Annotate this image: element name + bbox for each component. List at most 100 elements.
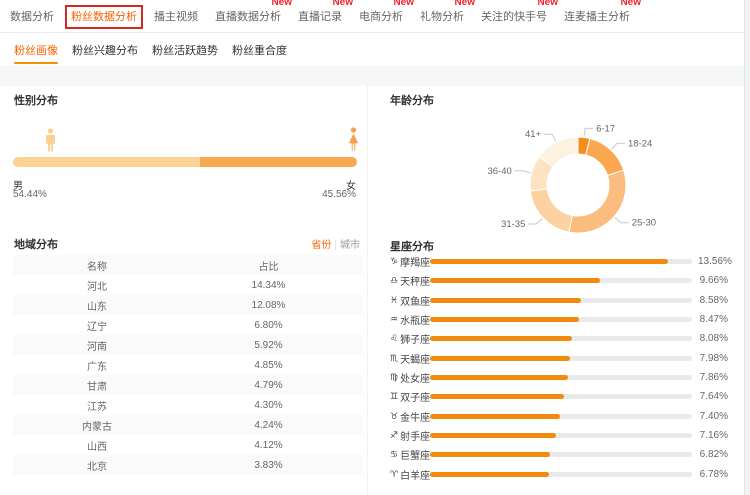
region-name: 江苏 bbox=[13, 398, 181, 413]
table-row: 江苏4.30% bbox=[13, 395, 363, 415]
zodiac-row: ♒水瓶座8.47% bbox=[390, 310, 730, 329]
age-donut-chart: 6-1718-2425-3031-3536-4041+ bbox=[390, 100, 730, 250]
nav-tab-label: 数据分析 bbox=[10, 11, 54, 23]
nav-tab-label: 连麦播主分析 bbox=[564, 11, 630, 23]
zodiac-label: ♋巨蟹座 bbox=[390, 447, 430, 462]
zodiac-bar-fill bbox=[430, 375, 568, 380]
nav-tab-co-host-analysis[interactable]: 连麦播主分析New bbox=[564, 8, 630, 24]
region-name: 辽宁 bbox=[13, 318, 181, 333]
nav-tab-data-analysis[interactable]: 数据分析 bbox=[10, 8, 54, 24]
nav-tab-host-videos[interactable]: 播主视频 bbox=[154, 8, 198, 24]
new-badge: New bbox=[393, 0, 414, 8]
region-table: 名称占比河北14.34%山东12.08%辽宁6.80%河南5.92%广东4.85… bbox=[13, 255, 363, 475]
subtab-fan-activity[interactable]: 粉丝活跃趋势 bbox=[152, 33, 218, 66]
zodiac-value: 9.66% bbox=[698, 275, 728, 286]
region-name: 河北 bbox=[13, 278, 181, 293]
gender-bar-male-segment bbox=[13, 157, 200, 167]
zodiac-row: ♑摩羯座13.56% bbox=[390, 252, 730, 271]
nav-tab-label: 关注的快手号 bbox=[481, 11, 547, 23]
nav-tab-live-data-analysis[interactable]: 直播数据分析New bbox=[215, 8, 281, 24]
zodiac-bar-fill bbox=[430, 356, 570, 361]
region-ratio: 6.80% bbox=[181, 320, 356, 331]
nav-tab-gift-analysis[interactable]: 礼物分析New bbox=[420, 8, 464, 24]
region-ratio: 3.83% bbox=[181, 460, 356, 471]
table-row: 北京3.83% bbox=[13, 455, 363, 475]
zodiac-icon: ♈ bbox=[390, 469, 398, 480]
toggle-city[interactable]: 城市 bbox=[340, 240, 360, 251]
zodiac-row: ♌狮子座8.08% bbox=[390, 329, 730, 348]
subtab-fan-overlap[interactable]: 粉丝重合度 bbox=[232, 33, 287, 66]
donut-label-line bbox=[544, 134, 556, 141]
zodiac-icon: ♍ bbox=[390, 372, 398, 383]
zodiac-label: ♍处女座 bbox=[390, 370, 430, 385]
donut-label-line bbox=[584, 128, 593, 136]
zodiac-value: 7.86% bbox=[698, 372, 728, 383]
zodiac-icon: ♉ bbox=[390, 411, 398, 422]
region-ratio: 14.34% bbox=[181, 280, 356, 291]
zodiac-bar-track bbox=[430, 472, 692, 477]
section-divider-band bbox=[0, 66, 750, 86]
donut-segment-25-30[interactable] bbox=[569, 170, 626, 233]
region-scope-toggle: 省份|城市 bbox=[311, 236, 360, 251]
scrollbar-track[interactable] bbox=[744, 0, 750, 495]
zodiac-name: 金牛座 bbox=[400, 409, 430, 424]
donut-label-line bbox=[528, 219, 542, 225]
region-name: 山东 bbox=[13, 298, 181, 313]
nav-tab-followed-accounts[interactable]: 关注的快手号New bbox=[481, 8, 547, 24]
zodiac-label: ♌狮子座 bbox=[390, 331, 430, 346]
zodiac-icon: ♌ bbox=[390, 333, 398, 344]
zodiac-bar-fill bbox=[430, 452, 550, 457]
zodiac-bar-track bbox=[430, 394, 692, 399]
region-ratio: 4.12% bbox=[181, 440, 356, 451]
new-badge: New bbox=[537, 0, 558, 8]
zodiac-label: ♓双鱼座 bbox=[390, 293, 430, 308]
zodiac-icon: ♊ bbox=[390, 391, 398, 402]
zodiac-label: ♒水瓶座 bbox=[390, 312, 430, 327]
toggle-divider: | bbox=[334, 240, 337, 251]
subtab-fan-profile[interactable]: 粉丝画像 bbox=[14, 33, 58, 66]
gender-section-title: 性别分布 bbox=[14, 92, 58, 108]
donut-label: 18-24 bbox=[628, 138, 652, 149]
zodiac-value: 7.16% bbox=[698, 430, 728, 441]
zodiac-name: 巨蟹座 bbox=[400, 447, 430, 462]
donut-label: 6-17 bbox=[596, 123, 615, 134]
column-header: 占比 bbox=[181, 258, 356, 273]
donut-segment-31-35[interactable] bbox=[530, 189, 572, 232]
zodiac-label: ♉金牛座 bbox=[390, 409, 430, 424]
table-row: 内蒙古4.24% bbox=[13, 415, 363, 435]
nav-tab-live-records[interactable]: 直播记录New bbox=[298, 8, 342, 24]
zodiac-icon: ♓ bbox=[390, 295, 398, 306]
zodiac-label: ♐射手座 bbox=[390, 428, 430, 443]
male-icon bbox=[45, 128, 56, 152]
zodiac-label: ♎天秤座 bbox=[390, 273, 430, 288]
zodiac-bar-fill bbox=[430, 259, 668, 264]
zodiac-icon: ♎ bbox=[390, 275, 398, 286]
nav-tab-fan-data-analysis[interactable]: 粉丝数据分析 bbox=[71, 8, 137, 24]
new-badge: New bbox=[271, 0, 292, 8]
column-header: 名称 bbox=[13, 258, 181, 273]
donut-label-line bbox=[615, 217, 629, 222]
content-area: 性别分布 男 54.44% 女 45.56% 地域分布 bbox=[0, 86, 750, 495]
zodiac-value: 6.78% bbox=[698, 469, 728, 480]
toggle-province[interactable]: 省份 bbox=[311, 240, 331, 251]
zodiac-row: ♉金牛座7.40% bbox=[390, 407, 730, 426]
region-ratio: 4.24% bbox=[181, 420, 356, 431]
subtab-fan-interest[interactable]: 粉丝兴趣分布 bbox=[72, 33, 138, 66]
zodiac-bar-track bbox=[430, 356, 692, 361]
zodiac-name: 白羊座 bbox=[400, 467, 430, 482]
gender-ratio-bar bbox=[13, 157, 357, 167]
nav-tab-label: 直播数据分析 bbox=[215, 11, 281, 23]
zodiac-row: ♈白羊座 6.78% bbox=[390, 465, 730, 484]
zodiac-value: 6.82% bbox=[698, 449, 728, 460]
zodiac-icon: ♋ bbox=[390, 449, 398, 460]
region-ratio: 5.92% bbox=[181, 340, 356, 351]
donut-label-line bbox=[612, 143, 626, 149]
region-name: 河南 bbox=[13, 338, 181, 353]
nav-tab-label: 礼物分析 bbox=[420, 11, 464, 23]
zodiac-label: ♈白羊座 bbox=[390, 467, 430, 482]
donut-segment-18-24[interactable] bbox=[586, 139, 624, 176]
zodiac-name: 双子座 bbox=[400, 389, 430, 404]
zodiac-bar-track bbox=[430, 317, 692, 322]
left-column: 性别分布 男 54.44% 女 45.56% 地域分布 bbox=[0, 86, 368, 495]
nav-tab-ecommerce-analysis[interactable]: 电商分析New bbox=[359, 8, 403, 24]
